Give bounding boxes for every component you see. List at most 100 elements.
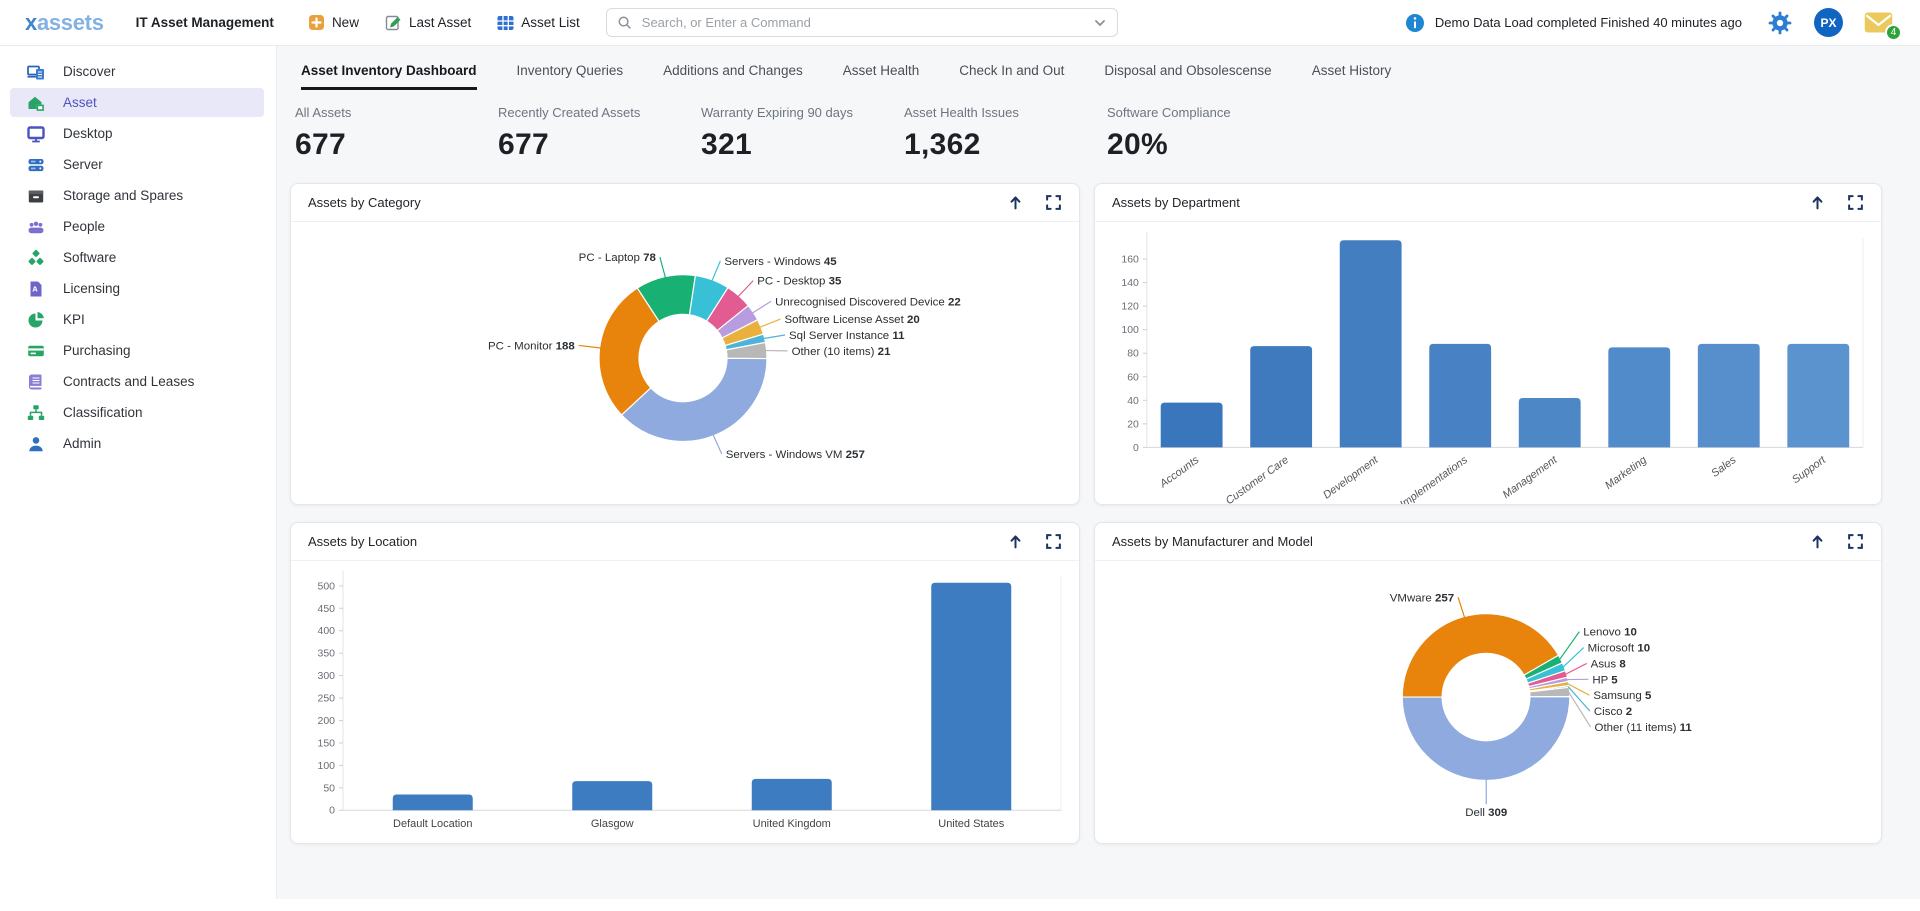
svg-text:Lenovo 10: Lenovo 10	[1583, 627, 1637, 639]
page-bottom-strip	[0, 899, 1920, 911]
sidebar-item-label: Licensing	[63, 281, 120, 296]
sidebar-item-label: Desktop	[63, 126, 113, 141]
sidebar-item-server[interactable]: Server	[10, 150, 264, 179]
sidebar-item-label: Contracts and Leases	[63, 374, 194, 389]
sidebar-item-label: Server	[63, 157, 103, 172]
logo-x: x	[25, 10, 37, 35]
stat-warranty-expiring-90-days: Warranty Expiring 90 days321	[701, 105, 904, 162]
expand-icon[interactable]	[1045, 194, 1062, 211]
svg-text:Servers - Windows VM 257: Servers - Windows VM 257	[726, 449, 865, 461]
sidebar-item-contracts-and-leases[interactable]: Contracts and Leases	[10, 367, 264, 396]
sidebar-item-software[interactable]: Software	[10, 243, 264, 272]
svg-text:Implementations: Implementations	[1398, 454, 1471, 505]
svg-text:Marketing: Marketing	[1603, 454, 1649, 492]
expand-icon[interactable]	[1847, 194, 1864, 211]
asset-icon	[27, 94, 45, 112]
storage-icon	[27, 187, 45, 205]
export-up-arrow-icon[interactable]	[1007, 533, 1024, 550]
stat-all-assets: All Assets677	[295, 105, 498, 162]
stats-row: All Assets677Recently Created Assets677W…	[295, 105, 1920, 162]
svg-text:Samsung 5: Samsung 5	[1593, 690, 1652, 702]
avatar[interactable]: PX	[1814, 8, 1843, 37]
tab-asset-health[interactable]: Asset Health	[843, 63, 920, 90]
export-up-arrow-icon[interactable]	[1809, 533, 1826, 550]
svg-text:Unrecognised Discovered Device: Unrecognised Discovered Device 22	[775, 296, 961, 308]
dashboard-grid: Assets by Category PC - Laptop 78Servers…	[290, 183, 1882, 844]
tab-asset-history[interactable]: Asset History	[1312, 63, 1392, 90]
card-assets-by-manufacturer: Assets by Manufacturer and Model VMware …	[1094, 522, 1882, 844]
assets-by-category-donut-chart: PC - Laptop 78Servers - Windows 45PC - D…	[291, 222, 1079, 505]
export-up-arrow-icon[interactable]	[1809, 194, 1826, 211]
header-actions: New Last Asset Asset List	[308, 14, 580, 31]
svg-text:500: 500	[317, 581, 335, 592]
stat-value: 677	[295, 128, 498, 162]
sidebar-item-asset[interactable]: Asset	[10, 88, 264, 117]
card-title: Assets by Category	[308, 195, 421, 210]
search-icon	[617, 15, 632, 30]
tab-additions-and-changes[interactable]: Additions and Changes	[663, 63, 803, 90]
tab-inventory-queries[interactable]: Inventory Queries	[517, 63, 624, 90]
assets-by-location-bar-chart: 050100150200250300350400450500Default Lo…	[291, 561, 1079, 844]
admin-icon	[27, 435, 45, 453]
sidebar-item-people[interactable]: People	[10, 212, 264, 241]
table-icon	[497, 15, 514, 31]
svg-text:140: 140	[1121, 278, 1139, 289]
svg-text:Support: Support	[1790, 453, 1829, 486]
notification-area[interactable]: Demo Data Load completed Finished 40 min…	[1405, 13, 1742, 33]
stat-value: 677	[498, 128, 701, 162]
svg-text:160: 160	[1121, 255, 1139, 266]
card-title: Assets by Department	[1112, 195, 1240, 210]
last-asset-button[interactable]: Last Asset	[385, 14, 471, 31]
svg-text:80: 80	[1127, 349, 1139, 360]
new-button[interactable]: New	[308, 14, 359, 31]
svg-text:Software License Asset 20: Software License Asset 20	[784, 314, 919, 326]
tab-disposal-and-obsolescense[interactable]: Disposal and Obsolescense	[1104, 63, 1271, 90]
expand-icon[interactable]	[1045, 533, 1062, 550]
classification-icon	[27, 404, 45, 422]
app-title: IT Asset Management	[136, 15, 274, 30]
settings-gear-icon[interactable]	[1768, 11, 1792, 35]
sidebar-item-kpi[interactable]: KPI	[10, 305, 264, 334]
sidebar-item-licensing[interactable]: Licensing	[10, 274, 264, 303]
mail-icon[interactable]: 4	[1863, 10, 1894, 35]
search-input[interactable]	[640, 14, 1085, 31]
licensing-icon	[27, 280, 45, 298]
sidebar-item-discover[interactable]: Discover	[10, 57, 264, 86]
stat-value: 20%	[1107, 128, 1310, 162]
edit-icon	[385, 14, 402, 31]
svg-text:300: 300	[317, 671, 335, 682]
svg-text:Asus 8: Asus 8	[1591, 658, 1627, 670]
stat-label: Asset Health Issues	[904, 105, 1107, 120]
svg-text:Glasgow: Glasgow	[591, 818, 634, 830]
svg-text:Cisco 2: Cisco 2	[1594, 706, 1632, 718]
asset-list-button[interactable]: Asset List	[497, 14, 580, 31]
app-logo[interactable]: xassets	[25, 10, 104, 36]
search-box[interactable]	[606, 8, 1118, 37]
svg-text:400: 400	[317, 626, 335, 637]
action-label: Asset List	[521, 15, 580, 30]
svg-text:100: 100	[1121, 325, 1139, 336]
people-icon	[27, 218, 45, 236]
assets-by-manufacturer-donut-chart: VMware 257Lenovo 10Microsoft 10Asus 8HP …	[1095, 561, 1881, 844]
sidebar-item-desktop[interactable]: Desktop	[10, 119, 264, 148]
svg-text:350: 350	[317, 649, 335, 660]
svg-text:Customer Care: Customer Care	[1224, 454, 1291, 505]
svg-text:United States: United States	[938, 818, 1005, 830]
svg-text:100: 100	[317, 761, 335, 772]
plus-icon	[308, 14, 325, 31]
chevron-down-icon[interactable]	[1093, 16, 1107, 30]
export-up-arrow-icon[interactable]	[1007, 194, 1024, 211]
svg-text:150: 150	[317, 738, 335, 749]
mail-badge: 4	[1885, 24, 1902, 41]
action-label: New	[332, 15, 359, 30]
expand-icon[interactable]	[1847, 533, 1864, 550]
tab-check-in-and-out[interactable]: Check In and Out	[959, 63, 1064, 90]
svg-text:Servers - Windows 45: Servers - Windows 45	[724, 256, 837, 268]
sidebar-item-classification[interactable]: Classification	[10, 398, 264, 427]
sidebar-item-purchasing[interactable]: Purchasing	[10, 336, 264, 365]
sidebar-item-admin[interactable]: Admin	[10, 429, 264, 458]
tab-asset-inventory-dashboard[interactable]: Asset Inventory Dashboard	[301, 63, 477, 90]
svg-text:450: 450	[317, 604, 335, 615]
sidebar-item-storage-and-spares[interactable]: Storage and Spares	[10, 181, 264, 210]
card-assets-by-location: Assets by Location 050100150200250300350…	[290, 522, 1080, 844]
